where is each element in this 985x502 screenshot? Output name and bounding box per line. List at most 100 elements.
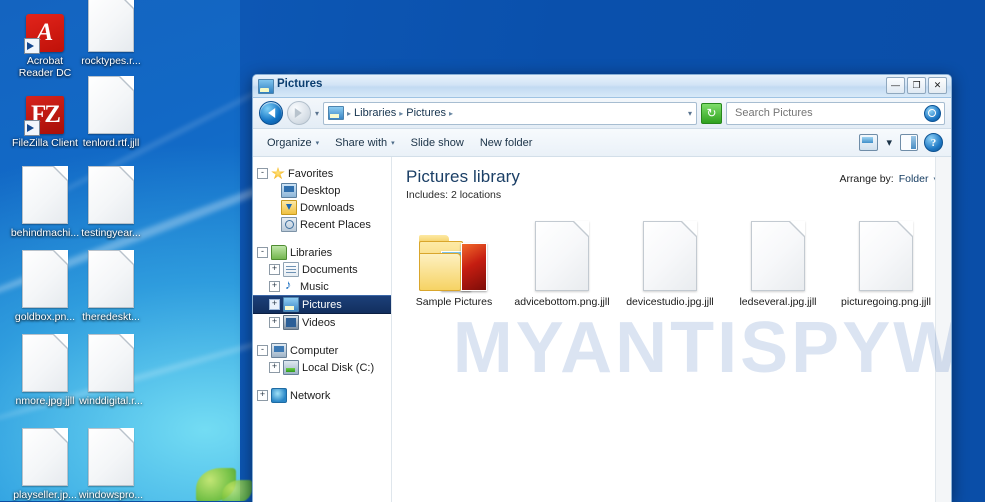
breadcrumb-separator[interactable]: ▸ (399, 109, 403, 118)
expander-toggle[interactable]: + (269, 264, 280, 275)
desktop-icon[interactable]: testingyear... (74, 166, 148, 239)
libraries-icon (271, 245, 287, 260)
expander-toggle[interactable]: + (269, 362, 280, 373)
desktop-icon[interactable]: winddigital.r... (74, 334, 148, 407)
breadcrumb-pictures[interactable]: Pictures (406, 107, 446, 119)
desktop-icon-label: theredeskt... (82, 311, 140, 323)
expander-toggle[interactable]: + (269, 299, 280, 310)
nav-item-label: Desktop (300, 184, 341, 197)
sidebar-item-local-disk-c[interactable]: + Local Disk (C:) (253, 359, 391, 376)
desktop-icon[interactable]: A Acrobat Reader DC (8, 6, 82, 79)
navigation-pane[interactable]: - Favorites Desktop Downloads Recent Places -… (253, 157, 392, 502)
expander-toggle[interactable] (269, 203, 278, 212)
sidebar-item-recent-places[interactable]: Recent Places (253, 216, 391, 233)
expander-toggle[interactable]: - (257, 168, 268, 179)
file-item[interactable]: picturegoing.png.jjll (832, 217, 940, 308)
sidebar-item-downloads[interactable]: Downloads (253, 199, 391, 216)
nav-item-label: Computer (290, 344, 339, 357)
window-title: Pictures (277, 78, 323, 90)
network-icon (271, 388, 287, 403)
desktop-icon-label: nmore.jpg.jjll (15, 395, 75, 407)
desktop-icon[interactable]: FZ FileZilla Client (8, 88, 82, 149)
address-bar[interactable]: ▸ Libraries ▸ Pictures ▸ ▾ (323, 101, 697, 125)
arrange-by-control[interactable]: Arrange by: Folder ▾ (839, 173, 937, 185)
computer-icon (271, 343, 287, 358)
sidebar-item-pictures[interactable]: + Pictures (253, 295, 391, 314)
sidebar-item-desktop[interactable]: Desktop (253, 182, 391, 199)
file-item[interactable]: advicebottom.png.jjll (508, 217, 616, 308)
desktop-icon[interactable]: theredeskt... (74, 250, 148, 323)
desktop-icon-glyph (74, 250, 148, 308)
expander-toggle[interactable]: + (257, 390, 268, 401)
explorer-window[interactable]: Pictures — ❐ ✕ ▾ ▸ Libraries ▸ Pictures … (252, 74, 952, 502)
sidebar-item-music[interactable]: + Music (253, 277, 391, 295)
command-new-folder[interactable]: New folder (472, 133, 541, 153)
desktop-icon[interactable]: playseller.jp... (8, 428, 82, 501)
content-pane[interactable]: Pictures library Includes: 2 locations A… (392, 157, 951, 502)
command-share-with[interactable]: Share with ▾ (327, 133, 403, 153)
desktop-icon-label: winddigital.r... (79, 395, 143, 407)
search-box[interactable] (726, 101, 945, 125)
maximize-button[interactable]: ❐ (907, 77, 926, 94)
window-titlebar[interactable]: Pictures — ❐ ✕ (253, 75, 951, 98)
sidebar-item-documents[interactable]: + Documents (253, 261, 391, 278)
nav-item-label: Libraries (290, 246, 333, 259)
star-icon (271, 167, 285, 180)
search-icon[interactable] (924, 104, 941, 122)
recent-pages-chevron-icon[interactable]: ▾ (315, 109, 319, 118)
arrange-by-value[interactable]: Folder (899, 173, 929, 185)
breadcrumb-libraries[interactable]: Libraries (354, 107, 396, 119)
music-icon (283, 277, 297, 293)
help-icon[interactable]: ? (924, 133, 943, 152)
file-item[interactable]: ledseveral.jpg.jjll (724, 217, 832, 308)
nav-group-computer[interactable]: - Computer (253, 342, 391, 359)
breadcrumb-separator[interactable]: ▸ (347, 109, 351, 118)
videos-icon (283, 315, 299, 330)
folder-item[interactable]: Sample Pictures (400, 217, 508, 308)
desktop-icon-glyph (74, 428, 148, 486)
desktop-icon-label: tenlord.rtf.jjll (82, 137, 140, 149)
nav-group-network[interactable]: + Network (253, 387, 391, 404)
close-button[interactable]: ✕ (928, 77, 947, 94)
desktop-icon-glyph (8, 428, 82, 486)
command-label: Slide show (410, 136, 464, 149)
nav-group-libraries[interactable]: - Libraries (253, 244, 391, 261)
expander-toggle[interactable]: - (257, 247, 268, 258)
expander-toggle[interactable] (269, 186, 278, 195)
vertical-scrollbar[interactable] (935, 157, 951, 502)
breadcrumb-separator[interactable]: ▸ (449, 109, 453, 118)
nav-group-favorites[interactable]: - Favorites (253, 165, 391, 182)
expander-toggle[interactable]: + (269, 281, 280, 292)
desktop-icon-label: windowspro... (78, 489, 144, 501)
desktop-icon-glyph (74, 166, 148, 224)
sidebar-item-videos[interactable]: + Videos (253, 314, 391, 331)
desktop-icon[interactable]: nmore.jpg.jjll (8, 334, 82, 407)
command-organize[interactable]: Organize ▾ (259, 133, 327, 153)
expander-toggle[interactable]: - (257, 345, 268, 356)
change-view-chevron-icon[interactable]: ▾ (884, 134, 894, 151)
change-view-icon[interactable] (859, 134, 879, 151)
desktop-icon-label: testingyear... (81, 227, 141, 239)
desktop-icon-glyph: A (8, 6, 82, 54)
file-item[interactable]: devicestudio.jpg.jjll (616, 217, 724, 308)
desktop-icon[interactable]: rocktypes.r... (74, 0, 148, 67)
forward-button[interactable] (287, 101, 311, 125)
item-label: ledseveral.jpg.jjll (739, 296, 817, 308)
desktop-icon[interactable]: windowspro... (74, 428, 148, 501)
desktop-icon[interactable]: goldbox.pn... (8, 250, 82, 323)
search-input[interactable] (733, 106, 924, 120)
back-button[interactable] (259, 101, 283, 125)
library-locations-count: 2 locations (450, 189, 502, 201)
command-slide-show[interactable]: Slide show (403, 133, 472, 153)
item-label: Sample Pictures (415, 296, 493, 308)
recent-places-icon (281, 217, 297, 232)
expander-toggle[interactable] (269, 220, 278, 229)
address-dropdown-chevron-icon[interactable]: ▾ (688, 109, 692, 118)
preview-pane-icon[interactable] (900, 134, 918, 151)
desktop-icon[interactable]: behindmachi... (8, 166, 82, 239)
window-body: - Favorites Desktop Downloads Recent Places -… (253, 157, 951, 502)
expander-toggle[interactable]: + (269, 317, 280, 328)
refresh-button[interactable]: ↻ (701, 102, 722, 124)
desktop-icon[interactable]: tenlord.rtf.jjll (74, 76, 148, 149)
minimize-button[interactable]: — (886, 77, 905, 94)
